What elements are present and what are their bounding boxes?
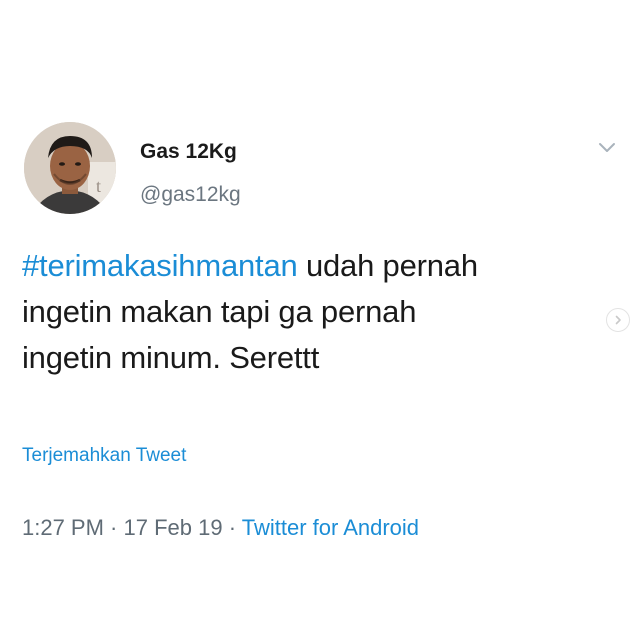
svg-text:t: t: [96, 176, 101, 196]
tweet-card: t Gas 12Kg @gas12kg #terimakasihmantan u…: [0, 0, 640, 640]
tweet-text-segment: udah pernah: [297, 248, 478, 283]
chevron-down-icon[interactable]: [594, 136, 620, 158]
chevron-right-icon[interactable]: [606, 308, 630, 332]
tweet-time: 1:27 PM: [22, 515, 104, 540]
tweet-date: 17 Feb 19: [123, 515, 223, 540]
translate-tweet-link[interactable]: Terjemahkan Tweet: [22, 444, 186, 468]
tweet-source-link[interactable]: Twitter for Android: [242, 515, 419, 540]
avatar[interactable]: t: [24, 122, 116, 214]
tweet-meta: 1:27 PM · 17 Feb 19 · Twitter for Androi…: [22, 514, 419, 542]
tweet-text-line-1: #terimakasihmantan udah pernah: [22, 243, 602, 289]
tweet-text-line-2: ingetin makan tapi ga pernah: [22, 294, 417, 329]
author-display-name[interactable]: Gas 12Kg: [140, 140, 237, 164]
tweet-text: #terimakasihmantan udah pernah ingetin m…: [22, 243, 602, 381]
tweet-text-line-3: ingetin minum. Serettt: [22, 340, 320, 375]
meta-separator: ·: [103, 515, 124, 540]
author-handle[interactable]: @gas12kg: [140, 183, 241, 207]
hashtag-link[interactable]: #terimakasihmantan: [22, 248, 298, 283]
meta-separator: ·: [222, 515, 242, 540]
